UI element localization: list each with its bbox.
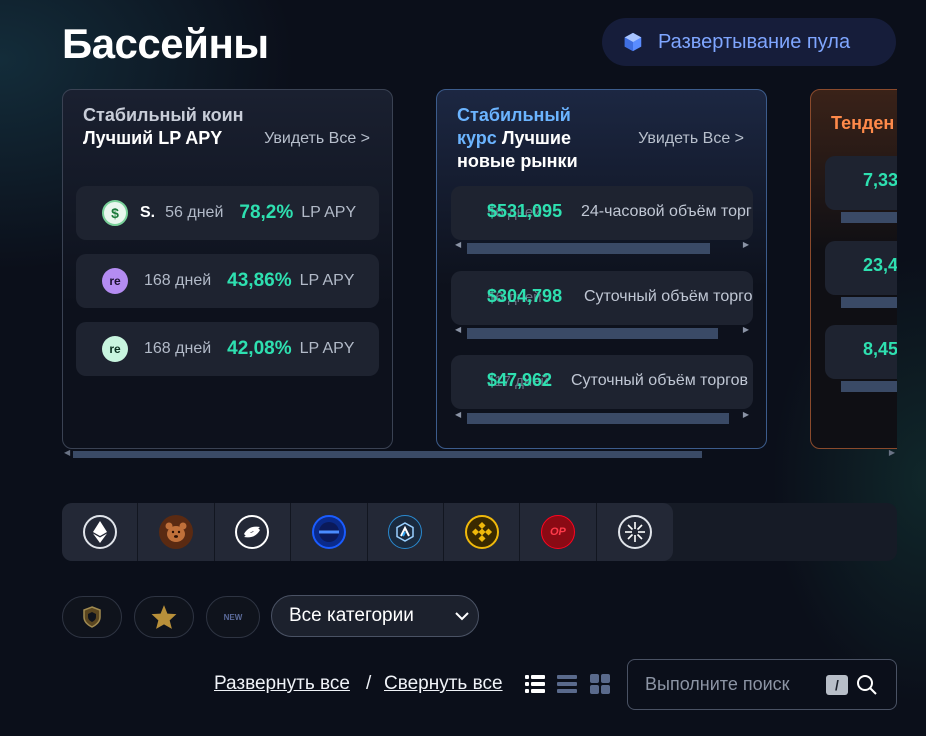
- search-shortcut-key: /: [826, 675, 848, 695]
- chain-bear[interactable]: [138, 503, 215, 561]
- arbitrum-icon: [388, 515, 423, 549]
- trending-card: Тенден 7,33 23,4 8,45: [810, 89, 897, 449]
- grid-icon: [590, 674, 610, 694]
- trending-row[interactable]: 8,45: [825, 325, 897, 379]
- optimism-icon: OP: [540, 515, 575, 549]
- dollar-coin-icon: $: [102, 200, 128, 226]
- trending-value: 7,33: [863, 170, 897, 190]
- chain-filter-bar: OP: [62, 503, 897, 561]
- market-volume-label: Суточный объём торго: [584, 288, 753, 305]
- see-all-link[interactable]: Увидеть Все >: [638, 130, 744, 148]
- new-filter-button[interactable]: NEW: [206, 596, 260, 638]
- pool-row[interactable]: re 168 дней 42,08% LP APY: [76, 322, 379, 376]
- market-volume: $531,095: [487, 201, 563, 221]
- pool-age: 56 дней: [165, 204, 224, 221]
- trending-value: 8,45: [863, 339, 897, 359]
- new-badge: NEW: [223, 612, 243, 622]
- chain-arbitrum[interactable]: [368, 503, 444, 561]
- market-row[interactable]: 56 дней $531,095 24-часовой объём торг: [451, 186, 753, 240]
- market-row[interactable]: 56 дней $304,798 Суточный объём торго: [451, 271, 753, 325]
- row-scrollbar[interactable]: ◀ ▶: [451, 240, 753, 254]
- chain-optimism[interactable]: OP: [520, 503, 597, 561]
- re-token-icon: re: [102, 336, 128, 362]
- expand-all-link[interactable]: Развернуть все: [214, 673, 350, 695]
- list-icon: [557, 675, 577, 693]
- card-title: Стабильный коин Лучший LP APY: [83, 105, 244, 148]
- category-select-label: Все категории: [289, 605, 414, 626]
- pool-apy: 78,2%: [239, 202, 294, 223]
- shield-icon: [83, 606, 101, 628]
- card-title: Стабильный курс Лучшие новые рынки: [457, 105, 578, 171]
- pool-apy: 43,86%: [227, 270, 292, 291]
- favorites-filter-button[interactable]: [134, 596, 194, 638]
- view-list-button[interactable]: [556, 673, 578, 695]
- market-volume-label: 24-часовой объём торг: [581, 203, 752, 220]
- pool-age: 168 дней: [144, 272, 212, 289]
- carousel-scrollbar[interactable]: ◀ ▶: [62, 448, 897, 459]
- bnb-icon: [464, 515, 499, 549]
- card-title: Тенден: [831, 113, 895, 133]
- cube-icon: [624, 32, 642, 52]
- row-scrollbar[interactable]: ◀ ▶: [451, 325, 753, 339]
- row-scrollbar[interactable]: ◀ ▶: [451, 410, 753, 424]
- shield-filter-button[interactable]: [62, 596, 122, 638]
- separator: /: [366, 673, 372, 694]
- pool-ticker: S.: [140, 204, 156, 221]
- chevron-down-icon: [455, 612, 469, 621]
- trending-value: 23,4: [863, 255, 897, 275]
- arrow-swirl-icon: [235, 515, 270, 549]
- chain-bnb[interactable]: [444, 503, 521, 561]
- pool-row[interactable]: $ S. 56 дней 78,2% LP APY: [76, 186, 379, 240]
- deploy-pool-button[interactable]: Развертывание пула: [602, 18, 896, 66]
- page-title: Бассейны: [62, 20, 269, 67]
- pool-age: 168 дней: [144, 340, 212, 357]
- trending-row[interactable]: 7,33: [825, 156, 897, 210]
- see-all-link[interactable]: Увидеть Все >: [264, 130, 370, 148]
- market-volume: $304,798: [487, 286, 563, 306]
- search-input[interactable]: [645, 674, 825, 695]
- base-icon: [311, 515, 346, 549]
- collapse-all-link[interactable]: Свернуть все: [384, 673, 503, 695]
- star-icon: [151, 605, 177, 629]
- view-grid-button[interactable]: [589, 673, 611, 695]
- deploy-pool-label: Развертывание пула: [658, 30, 851, 53]
- search-icon[interactable]: [855, 673, 879, 697]
- pool-apy-label: LP APY: [299, 340, 355, 357]
- market-row[interactable]: 117 дней $47,962 Суточный объём торгов: [451, 355, 753, 409]
- sunburst-icon: [617, 515, 652, 549]
- chain-base[interactable]: [291, 503, 368, 561]
- category-select[interactable]: Все категории: [271, 595, 479, 637]
- view-detailed-list-button[interactable]: [524, 673, 546, 695]
- search-box: /: [627, 659, 897, 710]
- chain-ethereum[interactable]: [62, 503, 139, 561]
- market-volume-label: Суточный объём торгов: [571, 372, 749, 389]
- re-token-icon: re: [102, 268, 128, 294]
- market-volume: $47,962: [487, 370, 553, 390]
- best-new-markets-card: Стабильный курс Лучшие новые рынки Увиде…: [436, 89, 767, 449]
- pool-apy: 42,08%: [227, 338, 292, 359]
- detailed-list-icon: [525, 675, 545, 693]
- bear-icon: [159, 515, 194, 549]
- best-lp-apy-card: Стабильный коин Лучший LP APY Увидеть Вс…: [62, 89, 393, 449]
- chain-sunburst[interactable]: [597, 503, 673, 561]
- pool-apy-label: LP APY: [299, 272, 355, 289]
- pool-row[interactable]: re 168 дней 43,86% LP APY: [76, 254, 379, 308]
- pool-carousel: Стабильный коин Лучший LP APY Увидеть Вс…: [62, 89, 897, 461]
- pool-apy-label: LP APY: [301, 204, 357, 221]
- ethereum-icon: [82, 515, 117, 549]
- chain-swirl[interactable]: [215, 503, 292, 561]
- trending-row[interactable]: 23,4: [825, 241, 897, 295]
- carousel-scroll-thumb[interactable]: [73, 451, 702, 458]
